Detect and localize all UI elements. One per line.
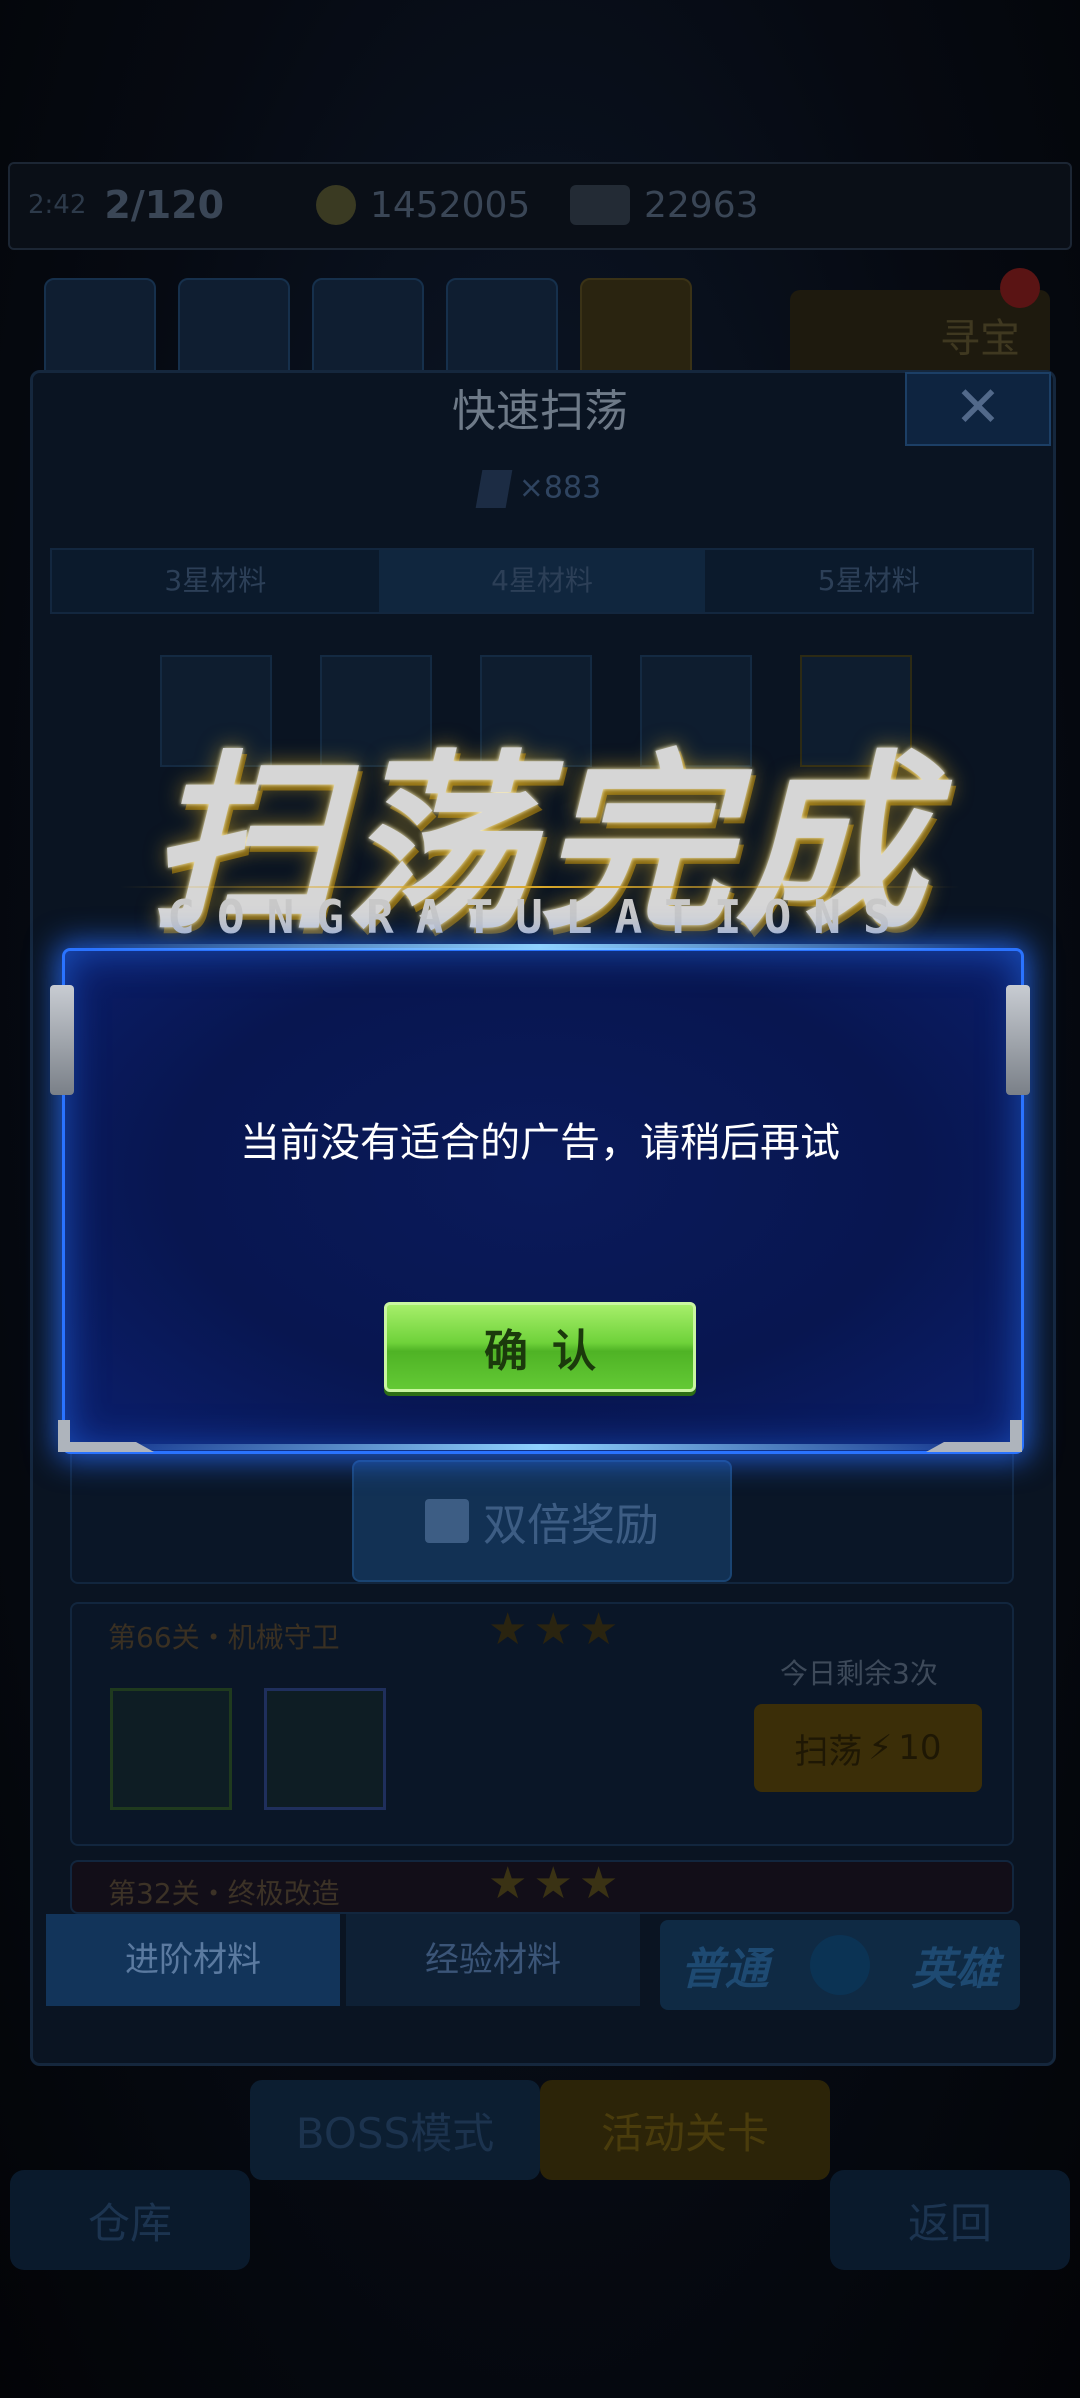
sweep-cost: 10 <box>898 1728 942 1768</box>
gold-display: 1452005 <box>316 180 530 230</box>
mode-normal: 普通 <box>680 1944 769 1995</box>
dialog-glow-top <box>90 944 990 950</box>
back-label: 返回 <box>907 2198 992 2248</box>
congratulations-text: CONGRATULATIONS <box>167 890 913 944</box>
event-stage-label: 活动关卡 <box>600 2108 769 2158</box>
back-button[interactable]: 返回 <box>830 2170 1070 2270</box>
boss-mode-button[interactable]: BOSS模式 <box>250 2080 540 2180</box>
stage-32-name: 第32关・终极改造 <box>108 1877 340 1910</box>
level-time: 2:42 <box>28 190 87 220</box>
gem-display: 22963 <box>570 180 759 230</box>
gold-coin-icon <box>316 185 356 225</box>
tab-exp-material[interactable]: 经验材料 <box>346 1914 640 2006</box>
warehouse-label: 仓库 <box>87 2198 172 2248</box>
dialog-glow-bottom <box>90 1444 990 1450</box>
tab-5-star[interactable]: 5星材料 <box>705 550 1032 612</box>
material-tabs: 进阶材料 经验材料 <box>46 1914 646 2006</box>
event-stage-button[interactable]: 活动关卡 <box>540 2080 830 2180</box>
boss-mode-label: BOSS模式 <box>295 2108 495 2158</box>
sweep-button[interactable]: 扫荡 ⚡ 10 <box>754 1704 982 1792</box>
gold-value: 1452005 <box>370 184 531 226</box>
stamina-value: 2/120 <box>104 183 225 227</box>
stage-32-stars: ★★★ <box>488 1858 625 1909</box>
dialog-message: 当前没有适合的广告，请稍后再试 <box>240 1120 840 1166</box>
stage-66-remaining: 今日剩余3次 <box>780 1657 938 1690</box>
stage-66-name: 第66关・机械守卫 <box>108 1621 340 1654</box>
double-reward-label: 双倍奖励 <box>483 1500 659 1551</box>
confirm-button[interactable]: 确认 <box>384 1302 696 1392</box>
reward-item[interactable] <box>110 1688 232 1810</box>
energy-icon: ⚡ <box>868 1728 893 1768</box>
ticket-value: ×883 <box>518 470 602 506</box>
confirm-label: 确认 <box>484 1326 620 1377</box>
video-icon <box>425 1499 469 1543</box>
dialog-left-bracket <box>50 985 74 1095</box>
tab-advanced-material[interactable]: 进阶材料 <box>46 1914 340 2006</box>
tab-4-star[interactable]: 4星材料 <box>378 550 706 612</box>
sweep-ticket-count: ×883 <box>0 470 1080 508</box>
notification-badge <box>1000 268 1040 308</box>
tab-3-star[interactable]: 3星材料 <box>52 550 379 612</box>
close-button[interactable]: ✕ <box>905 372 1051 446</box>
stage-66-stars: ★★★ <box>488 1604 625 1655</box>
mode-toggle[interactable]: 普通 英雄 <box>660 1920 1020 2010</box>
mode-hero: 英雄 <box>911 1944 1000 1995</box>
close-icon: ✕ <box>954 375 1002 440</box>
dialog-corner-left <box>58 1420 154 1452</box>
double-reward-button[interactable]: 双倍奖励 <box>352 1460 732 1582</box>
stamina-display: 2:42 2/120 <box>28 180 224 230</box>
banner-divider <box>120 886 960 888</box>
treasure-label: 寻宝 <box>940 316 1020 362</box>
gem-value: 22963 <box>644 184 759 226</box>
gem-icon <box>570 185 630 225</box>
ticket-icon <box>475 470 513 508</box>
dialog-right-bracket <box>1006 985 1030 1095</box>
warehouse-button[interactable]: 仓库 <box>10 2170 250 2270</box>
switch-icon <box>809 1935 870 1995</box>
star-tabs: 3星材料 4星材料 5星材料 <box>50 548 1034 614</box>
dialog-corner-right <box>926 1420 1022 1452</box>
reward-item[interactable] <box>264 1688 386 1810</box>
sweep-label: 扫荡 <box>794 1731 863 1772</box>
